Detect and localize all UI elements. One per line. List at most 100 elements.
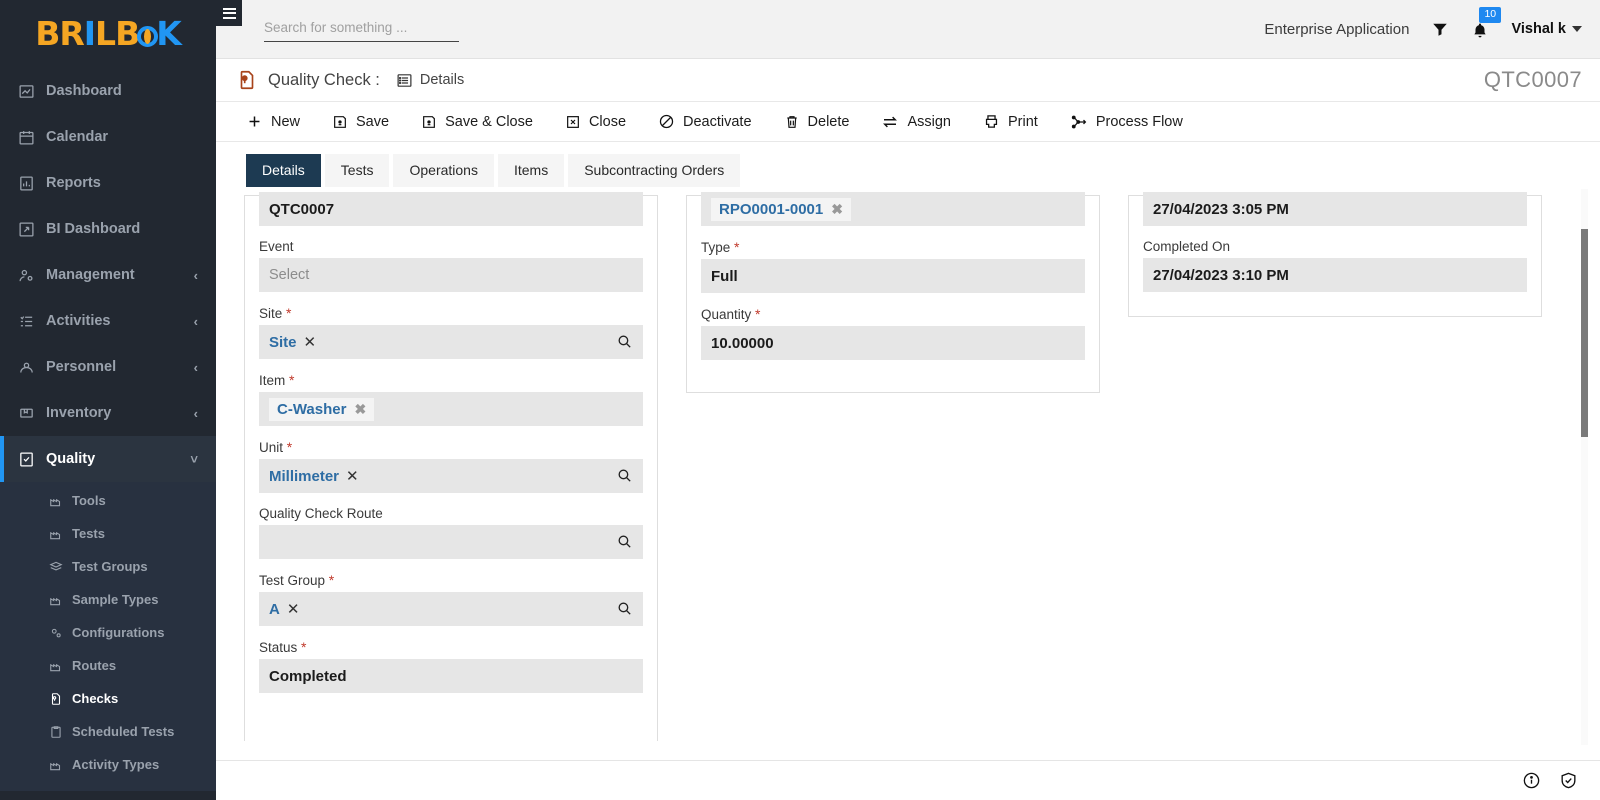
tab-details[interactable]: Details <box>246 154 321 187</box>
tab-items[interactable]: Items <box>497 154 565 187</box>
form-card-right: 27/04/2023 3:05 PM Completed On 27/04/20… <box>1128 192 1542 317</box>
type-value[interactable]: Full <box>701 259 1085 293</box>
close-icon[interactable]: ✕ <box>287 600 300 618</box>
required-marker: * <box>289 372 295 388</box>
hamburger-icon[interactable] <box>216 0 242 26</box>
test-group-chip[interactable]: A ✕ <box>269 600 300 619</box>
new-button[interactable]: New <box>230 102 316 142</box>
form-content: QTC0007 Event Select Site * Site ✕ Item … <box>216 187 1600 760</box>
sidebar-item-label: Management <box>46 267 135 283</box>
event-select[interactable]: Select <box>259 258 643 292</box>
site-input[interactable]: Site ✕ <box>259 325 643 359</box>
close-button[interactable]: Close <box>549 102 642 142</box>
close-icon[interactable]: ✖ <box>831 201 843 218</box>
field-type: Type * Full <box>701 239 1085 293</box>
field-label: Quality Check Route <box>259 506 383 521</box>
print-button[interactable]: Print <box>967 102 1054 142</box>
save-icon <box>332 114 348 130</box>
close-icon[interactable]: ✕ <box>304 333 317 351</box>
sidebar-item-management[interactable]: Management ‹ <box>0 252 216 298</box>
code-value[interactable]: QTC0007 <box>259 192 643 226</box>
unit-input[interactable]: Millimeter ✕ <box>259 459 643 493</box>
item-chip[interactable]: C-Washer ✖ <box>269 397 375 421</box>
application-selector-label[interactable]: Enterprise Application <box>1264 21 1409 38</box>
sidebar-subitem-tools[interactable]: Tools <box>0 484 216 517</box>
status-footer <box>216 760 1600 800</box>
sidebar-item-bi-dashboard[interactable]: BI Dashboard <box>0 206 216 252</box>
site-chip[interactable]: Site ✕ <box>269 333 317 352</box>
quality-check-route-input[interactable] <box>259 525 643 559</box>
search-icon[interactable] <box>616 467 633 484</box>
management-icon <box>18 267 35 284</box>
required-marker: * <box>328 572 335 588</box>
sidebar-item-label: Reports <box>46 175 101 191</box>
sidebar-item-inventory[interactable]: Inventory ‹ <box>0 390 216 436</box>
app-logo[interactable]: BRILB K <box>0 0 216 62</box>
sidebar-subitem-activity-types[interactable]: Activity Types <box>0 748 216 781</box>
started-on-value[interactable]: 27/04/2023 3:05 PM <box>1143 192 1527 226</box>
sidebar-item-quality[interactable]: Quality ˅ <box>0 436 216 482</box>
info-circle-icon[interactable] <box>1522 771 1541 790</box>
sidebar: BRILB K Dashboard Calendar Reports BI Da… <box>0 0 216 800</box>
tab-subcontracting-orders[interactable]: Subcontracting Orders <box>568 154 741 187</box>
close-icon[interactable]: ✕ <box>346 467 359 485</box>
search-input[interactable] <box>264 16 459 42</box>
required-marker: * <box>734 239 740 255</box>
gears-icon <box>48 625 63 640</box>
sidebar-subitem-checks[interactable]: Checks <box>0 682 216 715</box>
sidebar-subitem-configurations[interactable]: Configurations <box>0 616 216 649</box>
sidebar-item-reports[interactable]: Reports <box>0 160 216 206</box>
sidebar-subitem-routes[interactable]: Routes <box>0 649 216 682</box>
tab-tests[interactable]: Tests <box>324 154 390 187</box>
save-button[interactable]: Save <box>316 102 405 142</box>
sidebar-subitem-label: Configurations <box>72 625 165 640</box>
search-icon[interactable] <box>616 533 633 550</box>
ban-icon <box>658 113 675 130</box>
order-reference-chip[interactable]: RPO0001-0001 ✖ <box>711 197 851 221</box>
field-label: Quantity * <box>701 306 761 322</box>
field-test-group: Test Group * A ✕ <box>259 572 643 626</box>
sidebar-item-dashboard[interactable]: Dashboard <box>0 68 216 114</box>
item-input[interactable]: C-Washer ✖ <box>259 392 643 426</box>
tab-label: Details <box>262 162 305 178</box>
save-and-close-button[interactable]: Save & Close <box>405 102 549 142</box>
close-icon[interactable]: ✖ <box>354 401 366 418</box>
scrollbar-thumb[interactable] <box>1581 229 1588 437</box>
button-label: Process Flow <box>1095 113 1183 130</box>
process-flow-button[interactable]: Process Flow <box>1054 102 1199 142</box>
search-icon[interactable] <box>616 333 633 350</box>
unit-chip[interactable]: Millimeter ✕ <box>269 467 359 486</box>
sidebar-subitem-scheduled-tests[interactable]: Scheduled Tests <box>0 715 216 748</box>
brand-logo-text: BRILB K <box>35 13 182 53</box>
sidebar-subitem-test-groups[interactable]: Test Groups <box>0 550 216 583</box>
assign-button[interactable]: Assign <box>865 102 967 142</box>
vertical-scrollbar[interactable] <box>1581 189 1588 745</box>
sidebar-submenu-quality: Tools Tests Test Groups Sample Types Con… <box>0 482 216 791</box>
form-card-left: QTC0007 Event Select Site * Site ✕ Item … <box>244 192 658 741</box>
sidebar-item-activities[interactable]: Activities ‹ <box>0 298 216 344</box>
funnel-icon[interactable] <box>1431 20 1449 38</box>
deactivate-button[interactable]: Deactivate <box>642 102 768 142</box>
search-icon[interactable] <box>616 600 633 617</box>
sidebar-item-personnel[interactable]: Personnel ‹ <box>0 344 216 390</box>
sidebar-nav: Dashboard Calendar Reports BI Dashboard … <box>0 62 216 791</box>
sidebar-item-calendar[interactable]: Calendar <box>0 114 216 160</box>
bell-icon[interactable]: 10 <box>1471 7 1502 40</box>
completed-on-value[interactable]: 27/04/2023 3:10 PM <box>1143 258 1527 292</box>
quality-icon <box>18 451 35 468</box>
sidebar-subitem-sample-types[interactable]: Sample Types <box>0 583 216 616</box>
tab-label: Operations <box>409 162 478 178</box>
user-menu[interactable]: Vishal k <box>1511 21 1582 37</box>
quality-check-icon <box>48 691 63 706</box>
required-marker: * <box>286 439 293 455</box>
delete-button[interactable]: Delete <box>768 102 866 142</box>
status-value[interactable]: Completed <box>259 659 643 693</box>
shield-check-icon[interactable] <box>1559 771 1578 790</box>
button-label: Close <box>588 113 627 130</box>
sidebar-subitem-tests[interactable]: Tests <box>0 517 216 550</box>
test-group-input[interactable]: A ✕ <box>259 592 643 626</box>
order-reference-input[interactable]: RPO0001-0001 ✖ <box>701 192 1085 226</box>
tab-operations[interactable]: Operations <box>393 154 494 187</box>
sidebar-item-label: Activities <box>46 313 111 329</box>
quantity-value[interactable]: 10.00000 <box>701 326 1085 360</box>
